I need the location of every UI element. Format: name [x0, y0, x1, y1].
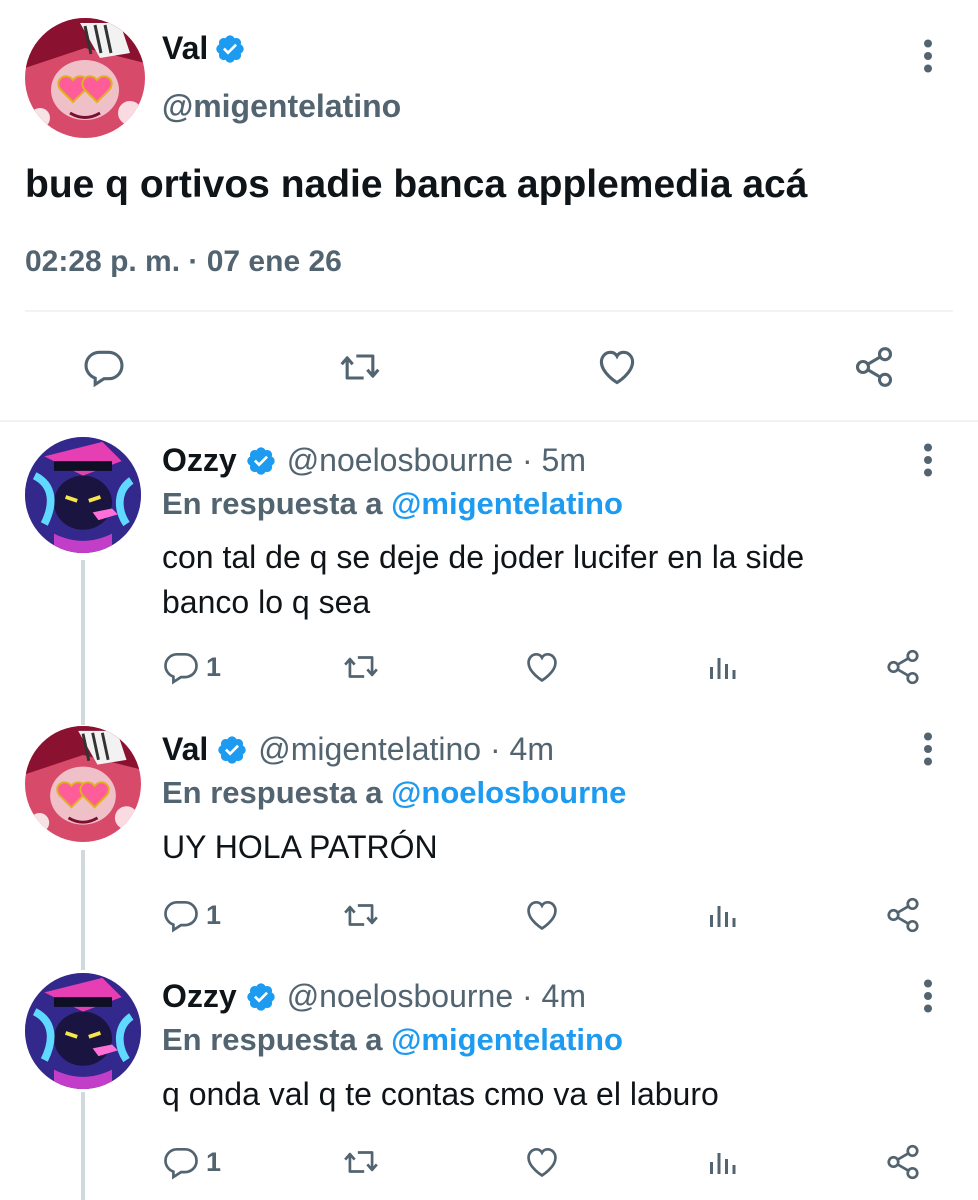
reply-action[interactable]: 1 — [162, 896, 221, 934]
author-name[interactable]: Val — [162, 30, 208, 67]
reply-to-label: En respuesta a — [162, 1022, 383, 1057]
share-icon[interactable] — [852, 345, 896, 389]
more-vertical-icon[interactable] — [918, 729, 938, 769]
more-vertical-icon[interactable] — [918, 36, 938, 76]
views-icon[interactable] — [704, 1143, 740, 1181]
reply-text-line: con tal de q se deje de joder lucifer en… — [162, 539, 805, 575]
reply-text-line: q onda val q te contas cmo va el laburo — [162, 1076, 719, 1112]
views-icon[interactable] — [704, 648, 740, 686]
heart-icon[interactable] — [523, 896, 561, 934]
more-vertical-icon[interactable] — [918, 440, 938, 480]
author-avatar[interactable] — [25, 18, 145, 138]
reply-to-line: En respuesta a @noelosbourne — [162, 775, 626, 811]
retweet-icon[interactable] — [336, 345, 384, 389]
reply-header: Val @migentelatino · 4m — [162, 731, 554, 768]
divider — [0, 420, 978, 422]
reply-to-line: En respuesta a @migentelatino — [162, 486, 623, 522]
reply-avatar[interactable] — [25, 437, 141, 553]
heart-icon[interactable] — [523, 648, 561, 686]
reply-icon — [162, 1143, 200, 1181]
share-icon[interactable] — [884, 1143, 922, 1181]
reply-text-line: banco lo q sea — [162, 584, 371, 620]
verified-badge-icon — [245, 445, 277, 477]
views-icon[interactable] — [704, 896, 740, 934]
reply-handle-time[interactable]: @noelosbourne · 4m — [287, 978, 586, 1015]
tweet-timestamp[interactable]: 02:28 p. m. · 07 ene 26 — [25, 245, 342, 279]
reply-count: 1 — [206, 899, 222, 930]
reply-text-line: UY HOLA PATRÓN — [162, 829, 438, 865]
divider — [25, 310, 953, 312]
reply-handle-time[interactable]: @noelosbourne · 5m — [287, 442, 586, 479]
reply-avatar[interactable] — [25, 973, 141, 1089]
reply-to-mention[interactable]: @migentelatino — [391, 486, 623, 521]
reply-author-name[interactable]: Ozzy — [162, 978, 237, 1015]
reply-to-label: En respuesta a — [162, 775, 383, 810]
reply-icon[interactable] — [82, 345, 126, 389]
reply-avatar[interactable] — [25, 726, 141, 842]
reply-count: 1 — [206, 651, 222, 682]
share-icon[interactable] — [884, 648, 922, 686]
heart-icon[interactable] — [523, 1143, 561, 1181]
thread-line — [81, 560, 85, 725]
thread-line — [81, 1092, 85, 1200]
reply-action[interactable]: 1 — [162, 648, 221, 686]
reply-to-label: En respuesta a — [162, 486, 383, 521]
avatar-image — [25, 973, 141, 1089]
verified-badge-icon — [214, 33, 246, 65]
avatar-image — [25, 437, 141, 553]
reply-to-mention[interactable]: @noelosbourne — [391, 775, 626, 810]
reply-action[interactable]: 1 — [162, 1143, 221, 1181]
reply-header: Ozzy @noelosbourne · 4m — [162, 978, 586, 1015]
reply-to-mention[interactable]: @migentelatino — [391, 1022, 623, 1057]
reply-to-line: En respuesta a @migentelatino — [162, 1022, 623, 1058]
retweet-icon[interactable] — [340, 896, 382, 934]
retweet-icon[interactable] — [340, 1143, 382, 1181]
reply-handle-time[interactable]: @migentelatino · 4m — [258, 731, 554, 768]
more-vertical-icon[interactable] — [918, 976, 938, 1016]
reply-header: Ozzy @noelosbourne · 5m — [162, 442, 586, 479]
reply-icon — [162, 896, 200, 934]
reply-author-name[interactable]: Ozzy — [162, 442, 237, 479]
reply-author-name[interactable]: Val — [162, 731, 208, 768]
thread-line — [81, 850, 85, 970]
heart-icon[interactable] — [594, 345, 640, 389]
avatar-image — [25, 726, 141, 842]
author-handle[interactable]: @migentelatino — [162, 88, 401, 125]
author-name-row: Val — [162, 30, 246, 67]
verified-badge-icon — [245, 981, 277, 1013]
reply-icon — [162, 648, 200, 686]
retweet-icon[interactable] — [340, 648, 382, 686]
avatar-image — [25, 18, 145, 138]
reply-count: 1 — [206, 1146, 222, 1177]
share-icon[interactable] — [884, 896, 922, 934]
verified-badge-icon — [216, 734, 248, 766]
tweet-text: bue q ortivos nadie banca applemedia acá — [25, 163, 808, 206]
